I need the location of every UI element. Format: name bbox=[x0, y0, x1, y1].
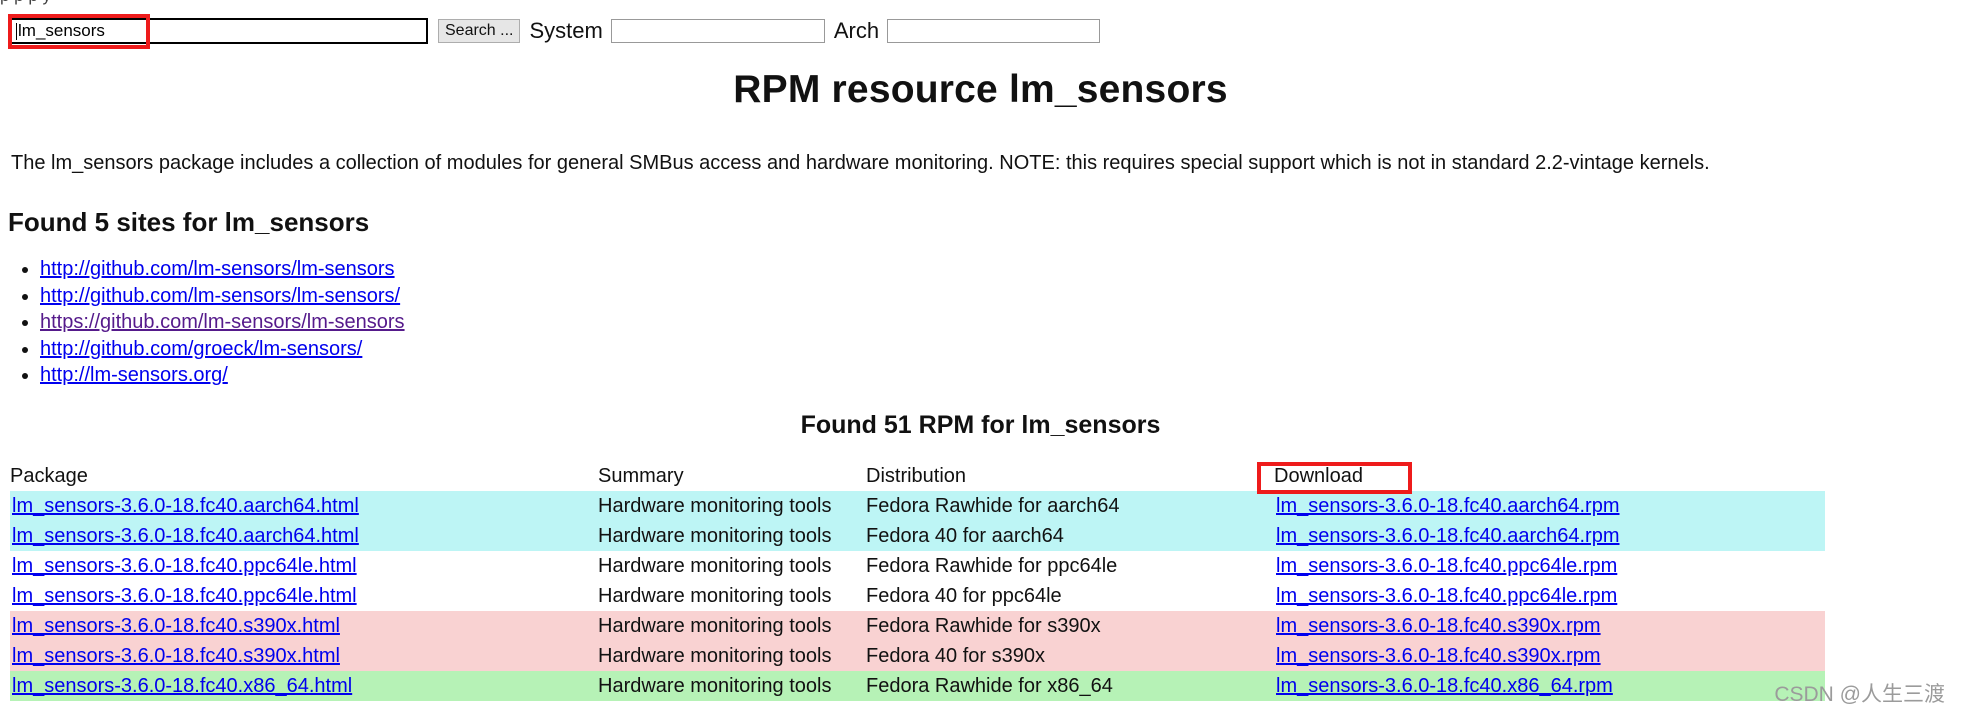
site-link[interactable]: http://github.com/lm-sensors/lm-sensors bbox=[40, 258, 395, 280]
rpm-results-table: Package Summary Distribution Download lm… bbox=[10, 462, 1825, 701]
cell-package: lm_sensors-3.6.0-18.fc40.x86_64.html bbox=[10, 671, 598, 701]
download-link[interactable]: lm_sensors-3.6.0-18.fc40.aarch64.rpm bbox=[1276, 495, 1620, 517]
package-link[interactable]: lm_sensors-3.6.0-18.fc40.x86_64.html bbox=[12, 675, 352, 697]
search-input[interactable]: lm_sensors bbox=[10, 18, 428, 44]
table-row: lm_sensors-3.6.0-18.fc40.s390x.html Hard… bbox=[10, 641, 1825, 671]
rpm-results-heading: Found 51 RPM for lm_sensors bbox=[800, 411, 1161, 439]
column-header-summary: Summary bbox=[598, 465, 684, 487]
cell-package: lm_sensors-3.6.0-18.fc40.aarch64.html bbox=[10, 491, 598, 521]
download-link[interactable]: lm_sensors-3.6.0-18.fc40.s390x.rpm bbox=[1276, 645, 1601, 667]
arch-input[interactable] bbox=[887, 19, 1101, 43]
cell-summary: Hardware monitoring tools bbox=[598, 521, 866, 551]
table-row: lm_sensors-3.6.0-18.fc40.ppc64le.html Ha… bbox=[10, 581, 1825, 611]
table-row: lm_sensors-3.6.0-18.fc40.x86_64.html Har… bbox=[10, 671, 1825, 701]
cell-download: lm_sensors-3.6.0-18.fc40.x86_64.rpm bbox=[1274, 671, 1825, 701]
site-link[interactable]: http://github.com/lm-sensors/lm-sensors/ bbox=[40, 285, 400, 307]
cell-package: lm_sensors-3.6.0-18.fc40.ppc64le.html bbox=[10, 551, 598, 581]
cell-download: lm_sensors-3.6.0-18.fc40.ppc64le.rpm bbox=[1274, 581, 1825, 611]
page-title: RPM resource lm_sensors bbox=[733, 68, 1228, 111]
list-item: http://github.com/groeck/lm-sensors/ bbox=[40, 336, 900, 362]
cell-summary: Hardware monitoring tools bbox=[598, 611, 866, 641]
cell-download: lm_sensors-3.6.0-18.fc40.aarch64.rpm bbox=[1274, 521, 1825, 551]
package-link[interactable]: lm_sensors-3.6.0-18.fc40.ppc64le.html bbox=[12, 585, 357, 607]
cell-summary: Hardware monitoring tools bbox=[598, 641, 866, 671]
cell-distribution: Fedora 40 for aarch64 bbox=[866, 521, 1274, 551]
arch-label: Arch bbox=[833, 18, 880, 43]
package-link[interactable]: lm_sensors-3.6.0-18.fc40.aarch64.html bbox=[12, 495, 359, 517]
cell-summary: Hardware monitoring tools bbox=[598, 581, 866, 611]
sites-heading: Found 5 sites for lm_sensors bbox=[8, 207, 370, 237]
download-link[interactable]: lm_sensors-3.6.0-18.fc40.aarch64.rpm bbox=[1276, 525, 1620, 547]
cell-download: lm_sensors-3.6.0-18.fc40.ppc64le.rpm bbox=[1274, 551, 1825, 581]
system-label: System bbox=[529, 18, 603, 43]
cell-package: lm_sensors-3.6.0-18.fc40.aarch64.html bbox=[10, 521, 598, 551]
list-item: http://github.com/lm-sensors/lm-sensors/ bbox=[40, 283, 900, 309]
column-header-download: Download bbox=[1274, 465, 1363, 487]
clipped-top-text: p p p y bbox=[0, 0, 1961, 10]
package-description: The lm_sensors package includes a collec… bbox=[11, 152, 1710, 174]
list-item: http://github.com/lm-sensors/lm-sensors bbox=[40, 256, 900, 282]
text-caret bbox=[16, 22, 17, 40]
cell-summary: Hardware monitoring tools bbox=[598, 671, 866, 701]
search-toolbar: lm_sensors Search ... System Arch bbox=[10, 18, 1101, 44]
table-header-row: Package Summary Distribution Download bbox=[10, 462, 1825, 491]
package-link[interactable]: lm_sensors-3.6.0-18.fc40.s390x.html bbox=[12, 615, 340, 637]
package-link[interactable]: lm_sensors-3.6.0-18.fc40.s390x.html bbox=[12, 645, 340, 667]
table-row: lm_sensors-3.6.0-18.fc40.s390x.html Hard… bbox=[10, 611, 1825, 641]
cell-distribution: Fedora Rawhide for ppc64le bbox=[866, 551, 1274, 581]
table-row: lm_sensors-3.6.0-18.fc40.aarch64.html Ha… bbox=[10, 491, 1825, 521]
sites-list: http://github.com/lm-sensors/lm-sensors … bbox=[0, 256, 900, 389]
cell-distribution: Fedora Rawhide for x86_64 bbox=[866, 671, 1274, 701]
watermark: CSDN @人生三渡 bbox=[1774, 683, 1945, 706]
cell-summary: Hardware monitoring tools bbox=[598, 491, 866, 521]
download-link[interactable]: lm_sensors-3.6.0-18.fc40.ppc64le.rpm bbox=[1276, 555, 1617, 577]
table-row: lm_sensors-3.6.0-18.fc40.ppc64le.html Ha… bbox=[10, 551, 1825, 581]
cell-download: lm_sensors-3.6.0-18.fc40.aarch64.rpm bbox=[1274, 491, 1825, 521]
page-root: p p p y lm_sensors Search ... System Arc… bbox=[0, 0, 1961, 714]
system-input[interactable] bbox=[610, 19, 825, 43]
cell-download: lm_sensors-3.6.0-18.fc40.s390x.rpm bbox=[1274, 641, 1825, 671]
clipped-top-text-label: p p p y bbox=[0, 0, 51, 5]
site-link[interactable]: http://lm-sensors.org/ bbox=[40, 364, 228, 386]
cell-distribution: Fedora 40 for s390x bbox=[866, 641, 1274, 671]
cell-package: lm_sensors-3.6.0-18.fc40.s390x.html bbox=[10, 641, 598, 671]
download-link[interactable]: lm_sensors-3.6.0-18.fc40.ppc64le.rpm bbox=[1276, 585, 1617, 607]
cell-download: lm_sensors-3.6.0-18.fc40.s390x.rpm bbox=[1274, 611, 1825, 641]
list-item: https://github.com/lm-sensors/lm-sensors bbox=[40, 309, 900, 335]
cell-package: lm_sensors-3.6.0-18.fc40.s390x.html bbox=[10, 611, 598, 641]
search-input-value: lm_sensors bbox=[18, 21, 105, 40]
cell-distribution: Fedora Rawhide for aarch64 bbox=[866, 491, 1274, 521]
cell-distribution: Fedora 40 for ppc64le bbox=[866, 581, 1274, 611]
column-header-package: Package bbox=[10, 465, 88, 487]
search-button[interactable]: Search ... bbox=[438, 19, 521, 43]
list-item: http://lm-sensors.org/ bbox=[40, 362, 900, 388]
column-header-distribution: Distribution bbox=[866, 465, 967, 487]
download-link[interactable]: lm_sensors-3.6.0-18.fc40.s390x.rpm bbox=[1276, 615, 1601, 637]
site-link[interactable]: https://github.com/lm-sensors/lm-sensors bbox=[40, 311, 405, 333]
cell-summary: Hardware monitoring tools bbox=[598, 551, 866, 581]
site-link[interactable]: http://github.com/groeck/lm-sensors/ bbox=[40, 338, 362, 360]
package-link[interactable]: lm_sensors-3.6.0-18.fc40.ppc64le.html bbox=[12, 555, 357, 577]
package-link[interactable]: lm_sensors-3.6.0-18.fc40.aarch64.html bbox=[12, 525, 359, 547]
table-row: lm_sensors-3.6.0-18.fc40.aarch64.html Ha… bbox=[10, 521, 1825, 551]
cell-package: lm_sensors-3.6.0-18.fc40.ppc64le.html bbox=[10, 581, 598, 611]
download-link[interactable]: lm_sensors-3.6.0-18.fc40.x86_64.rpm bbox=[1276, 675, 1613, 697]
cell-distribution: Fedora Rawhide for s390x bbox=[866, 611, 1274, 641]
